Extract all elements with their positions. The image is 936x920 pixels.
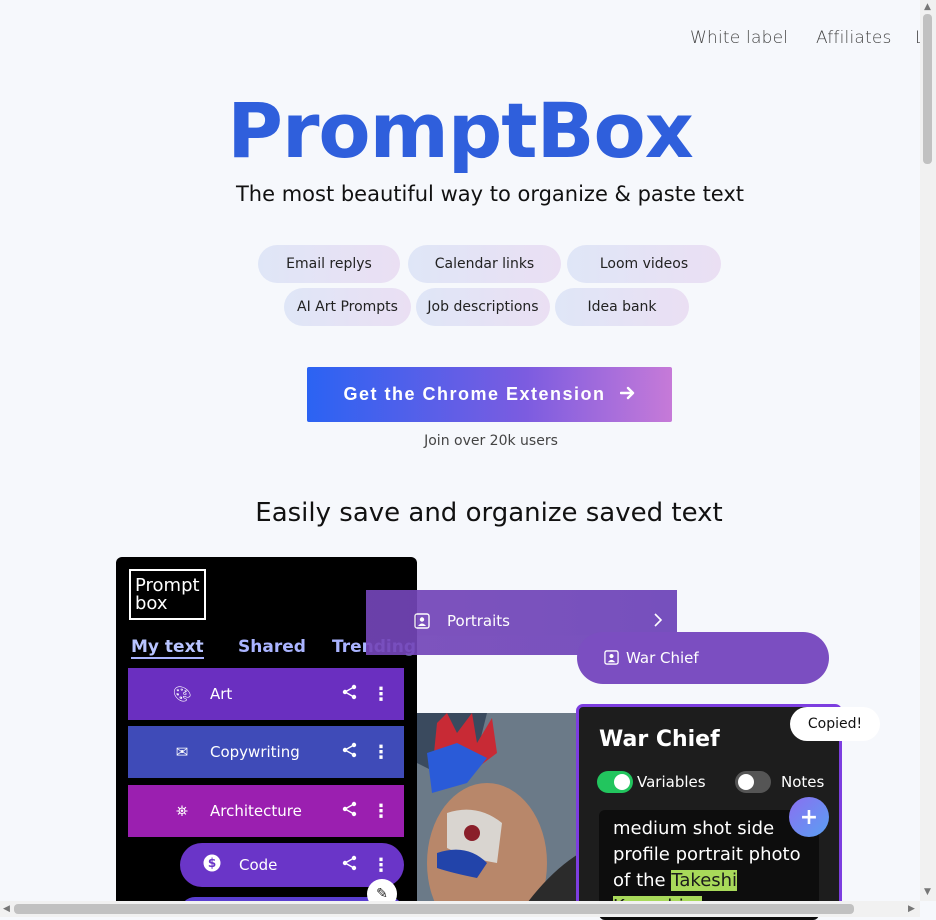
tagline: The most beautiful way to organize & pas…: [235, 182, 745, 206]
more-vertical-icon[interactable]: ⋮: [372, 742, 390, 763]
vertical-scroll-thumb[interactable]: [923, 14, 932, 164]
folder-row-code[interactable]: $ Code ⋮: [180, 843, 404, 887]
card-title: War Chief: [599, 727, 720, 752]
toggle-knob: [738, 774, 754, 790]
brand-logo: PromptBox: [227, 86, 693, 175]
scroll-down-icon[interactable]: ▼: [924, 887, 931, 897]
share-icon[interactable]: [342, 742, 358, 762]
portrait-icon: [604, 650, 619, 669]
palette-icon: 🎨︎: [172, 685, 192, 703]
notes-label: Notes: [781, 773, 825, 791]
join-text: Join over 20k users: [424, 433, 558, 449]
portrait-icon: [414, 613, 430, 633]
horizontal-scrollbar[interactable]: ◀ ▶: [0, 901, 920, 917]
chip-ai-art-prompts[interactable]: AI Art Prompts: [284, 288, 411, 326]
chip-calendar-links[interactable]: Calendar links: [408, 245, 561, 283]
folder-label: Code: [239, 856, 278, 874]
nav-white-label[interactable]: White label: [690, 28, 788, 48]
top-nav: White label Affiliates L: [0, 28, 936, 52]
vertical-scrollbar[interactable]: ▲ ▼: [920, 0, 936, 901]
tab-my-text[interactable]: My text: [131, 637, 204, 659]
tab-shared[interactable]: Shared: [238, 637, 306, 657]
folder-label: Architecture: [210, 802, 302, 820]
variables-label: Variables: [637, 773, 706, 791]
chip-job-descriptions[interactable]: Job descriptions: [416, 288, 550, 326]
share-icon[interactable]: [342, 684, 358, 704]
portraits-label: Portraits: [447, 612, 510, 630]
more-vertical-icon[interactable]: ⋮: [372, 801, 390, 822]
toggle-knob: [614, 774, 630, 790]
chip-loom-videos[interactable]: Loom videos: [567, 245, 721, 283]
chip-email-replys[interactable]: Email replys: [258, 245, 400, 283]
portrait-photo: [417, 713, 580, 917]
add-icon[interactable]: +: [789, 797, 829, 837]
folder-row-architecture[interactable]: ⛯ Architecture ⋮: [128, 785, 404, 837]
chip-idea-bank[interactable]: Idea bank: [555, 288, 689, 326]
arrow-right-icon: [619, 384, 636, 405]
scroll-left-icon[interactable]: ◀: [3, 904, 10, 914]
share-icon[interactable]: [342, 801, 358, 821]
scroll-right-icon[interactable]: ▶: [908, 904, 915, 914]
svg-text:$: $: [208, 856, 216, 870]
folder-label: Copywriting: [210, 743, 300, 761]
folder-label: Art: [210, 685, 233, 703]
building-icon: ⛯: [175, 802, 188, 820]
panel-logo: Prompt box: [129, 569, 206, 620]
prompt-war-chief-pill[interactable]: War Chief: [577, 632, 829, 684]
variables-toggle[interactable]: [597, 771, 633, 793]
nav-affiliates[interactable]: Affiliates: [816, 28, 892, 48]
scroll-up-icon[interactable]: ▲: [924, 2, 931, 12]
dollar-icon: $: [202, 854, 222, 876]
cta-label: Get the Chrome Extension: [343, 384, 606, 404]
war-chief-pill-label: War Chief: [626, 649, 699, 667]
section-title: Easily save and organize saved text: [255, 498, 723, 528]
share-icon[interactable]: [342, 855, 358, 875]
folder-row-art[interactable]: 🎨︎ Art ⋮: [128, 668, 404, 720]
more-vertical-icon[interactable]: ⋮: [372, 855, 390, 876]
more-vertical-icon[interactable]: ⋮: [372, 684, 390, 705]
copied-toast: Copied!: [790, 707, 880, 741]
notes-toggle[interactable]: [735, 771, 771, 793]
mail-icon: ✉: [175, 743, 189, 761]
chrome-extension-button[interactable]: Get the Chrome Extension: [307, 367, 672, 422]
folder-row-copywriting[interactable]: ✉ Copywriting ⋮: [128, 726, 404, 778]
horizontal-scroll-thumb[interactable]: [14, 904, 854, 914]
chevron-right-icon: [653, 612, 663, 632]
